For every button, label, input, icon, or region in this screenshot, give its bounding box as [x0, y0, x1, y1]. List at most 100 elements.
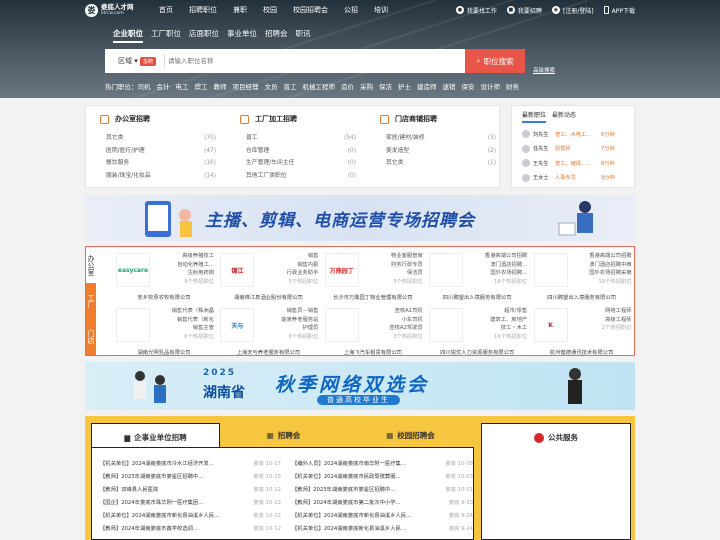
hot-job[interactable]: 护士	[398, 81, 411, 91]
office-title: 办公室招聘	[100, 114, 216, 124]
hot-job[interactable]: 普工	[284, 81, 297, 91]
graduates-illustration	[134, 371, 166, 403]
category-row[interactable]: 服装/珠宝/化妆品 (14)	[86, 170, 216, 183]
nav-public-recruit[interactable]: 公招	[336, 5, 366, 15]
recruit-item[interactable]: 【教师】双峰县人民医院 娄底 10-12	[100, 484, 285, 497]
tab-store-jobs[interactable]: 店面职位	[189, 28, 219, 43]
tab-public-institution[interactable]: 事业单位	[227, 28, 257, 43]
tab-news[interactable]: 职讯	[296, 28, 311, 43]
vtab-store[interactable]: 门店	[86, 319, 96, 355]
vtab-office[interactable]: 办公室	[86, 247, 96, 283]
category-row[interactable]: 普工 (54)	[226, 132, 356, 145]
livestream-banner[interactable]: 主播、剪辑、电商运营专场招聘会	[85, 195, 635, 241]
recruit-item[interactable]: 【机关单位】2024湖南娄底新化县油溪乡人民... 娄底 9-24	[292, 523, 477, 536]
nav-campus-fair[interactable]: 校园招聘会	[285, 5, 336, 15]
search-button[interactable]: ⌕ 职位搜索	[465, 49, 525, 73]
app-download-link[interactable]: APP下载	[603, 6, 635, 15]
recruit-item[interactable]: 【机关单位】2024湖南娄底市新化县油溪乡人民... 娄底 10-12	[100, 510, 285, 523]
login-link[interactable]: ◉ [注册/登陆]	[551, 6, 594, 15]
company-logo	[429, 253, 464, 287]
hot-job[interactable]: 保安	[462, 81, 475, 91]
recruit-item[interactable]: 【机关单位】2024湖南娄底市民政局殡葬服... 娄底 10-03	[292, 471, 477, 484]
company-jobs: 高级养猪技工 自动化养殖工... 注射用药岗 9个热招职位	[177, 253, 214, 285]
vtab-factory[interactable]: 工厂	[86, 283, 96, 319]
company-logo	[116, 308, 150, 342]
hot-job[interactable]: 教师	[214, 81, 227, 91]
hot-job[interactable]: 建造师	[417, 81, 437, 91]
company-card[interactable]: 查核A1司机 小车司机 查核A2驾驶员 3个热招职位 上海飞汽车租赁有限公司	[321, 304, 425, 356]
recruit-item[interactable]: 【国企】2024年娄底市珠华刚一医疗集团... 娄底 10-12	[100, 497, 285, 510]
advanced-search-link[interactable]: 高级搜索	[533, 66, 555, 74]
latest-row[interactable]: 任先生 厨帮师 7分钟	[512, 142, 634, 157]
main-nav: 首页 招聘职位 兼职 校园 校园招聘会 公招 培训	[151, 5, 396, 15]
category-row[interactable]: 其他工厂类职位 (0)	[226, 170, 356, 183]
hot-job[interactable]: 采购	[360, 81, 373, 91]
company-jobs: 网络工程师 高级工程师 2个热招职位	[601, 308, 632, 331]
site-logo[interactable]: 娄 娄底人才网 ldrcw.com	[85, 3, 153, 17]
recruit-item[interactable]: 【教师】2024年湖南娄底市鑫学校选调... 娄底 10-12	[100, 523, 285, 536]
hot-job[interactable]: 机械工程师	[303, 81, 336, 91]
category-row[interactable]: 其它类 (70)	[86, 132, 216, 145]
latest-row[interactable]: 王先生 普工、镀焊、... 8分钟	[512, 156, 634, 171]
hot-job[interactable]: 财务	[506, 81, 519, 91]
nav-training[interactable]: 培训	[366, 5, 396, 15]
recruit-item[interactable]: 【编外人员】2024湖南娄底市南华附一医疗集... 娄底 10-08	[292, 458, 477, 471]
nav-parttime[interactable]: 兼职	[225, 5, 255, 15]
recruit-link[interactable]: ■ 我要招聘	[506, 6, 542, 15]
nav-campus[interactable]: 校园	[255, 5, 285, 15]
hot-job[interactable]: 项目经理	[233, 81, 259, 91]
tab-latest-jobs[interactable]: 最新职位	[522, 110, 547, 123]
tab-job-fair[interactable]: 招聘会	[265, 28, 288, 43]
hot-job[interactable]: 文员	[265, 81, 278, 91]
hot-job[interactable]: 保洁	[379, 81, 392, 91]
hot-job[interactable]: 焊工	[195, 81, 208, 91]
logo-icon: 娄	[85, 3, 98, 17]
company-card[interactable]: 锦江 销售 销售内勤 行政业务助手 5个热招职位 湖南锦江泉酒业股份有限公司	[216, 249, 320, 301]
hot-job[interactable]: 速销	[443, 81, 456, 91]
company-showcase: 办公室 工厂 门店 easycare 高级养猪技工 自动化养殖工... 注射用药岗 9…	[85, 246, 635, 356]
tab-campus-fairs[interactable]: ▦ 校园招聘会	[347, 423, 474, 447]
category-row[interactable]: 仓库管理 (0)	[226, 145, 356, 158]
recruit-item[interactable]: 【教师】2023年湖南娄底市娄星区招聘中... 娄底 10-15	[100, 471, 285, 484]
latest-row[interactable]: 刘先生 普工、水电工... 6分钟	[512, 127, 634, 142]
tab-latest-news[interactable]: 最新动态	[552, 110, 576, 123]
tab-factory-jobs[interactable]: 工厂职位	[151, 28, 181, 43]
category-row[interactable]: 其它类 (1)	[366, 157, 496, 170]
tab-company-jobs[interactable]: 企业职位	[113, 28, 143, 43]
hot-job[interactable]: 造价	[341, 81, 354, 91]
tab-job-fairs[interactable]: ▦ 招聘会	[220, 423, 347, 447]
category-row[interactable]: 医院/医疗/护理 (47)	[86, 145, 216, 158]
category-row[interactable]: 美发造型 (2)	[366, 145, 496, 158]
autumn-fair-banner[interactable]: 2025 湖南省 秋季网络双选会 普通高校毕业生	[85, 362, 635, 410]
tab-public-units[interactable]: ▆ 企事业单位招聘	[91, 423, 220, 450]
recruit-item[interactable]: 【机关单位】2024湖南娄底市冷水江经济开发... 娄底 10-17	[100, 458, 285, 471]
nav-jobs[interactable]: 招聘职位	[181, 5, 225, 15]
company-card[interactable]: K 网络工程师 高级工程师 2个热招职位 杭州健德通讯技术有限公司	[530, 304, 634, 356]
hot-job[interactable]: 会计	[157, 81, 170, 91]
recruit-item[interactable]: 【机关单位】2024湖南娄底市新化县油溪乡人民... 娄底 9-24	[292, 510, 477, 523]
category-row[interactable]: 生产管理/车间主任 (0)	[226, 157, 356, 170]
company-card[interactable]: 超市/零售 建筑工、房地产 技工・木工 16个热招职位 四川锐优人力资源服务有限公司	[425, 304, 529, 356]
hot-job[interactable]: 司机	[138, 81, 151, 91]
nav-home[interactable]: 首页	[151, 5, 181, 15]
company-card[interactable]: easycare 高级养猪技工 自动化养殖工... 注射用药岗 9个热招职位 安乡牧原…	[112, 249, 216, 301]
recruit-item[interactable]: 【教师】2024年湖南娄底市第二批次中小学... 娄底 9-30	[292, 497, 477, 510]
company-card[interactable]: 天与 销售员－销售 能家养老服务站 护理员 6个热招职位 上海天与养老服务有限公司	[216, 304, 320, 356]
store-title: 门店商铺招聘	[380, 114, 496, 124]
find-job-link[interactable]: ● 我要找工作	[455, 6, 497, 15]
company-card[interactable]: 香港高端公司招聘 澳门酒店招聘... 国外农场招聘... 18个热招职位 四川聘望出入…	[425, 249, 529, 301]
category-row[interactable]: 家居/建材/装修 (3)	[366, 132, 496, 145]
category-row[interactable]: 餐饮服务 (16)	[86, 157, 216, 170]
briefcase-icon: ■	[506, 6, 515, 14]
hot-job[interactable]: 设计师	[481, 81, 501, 91]
company-card[interactable]: 销售代表（株洲晶 销售代表（新化 销售主管 6个热招职位 湖南光明乳品有限公司	[112, 304, 216, 356]
recruit-item[interactable]: 【教师】2023年湖南娄底市娄星区招聘中... 娄底 10-01	[292, 484, 477, 497]
company-name: 四川聘望出入境服务有限公司	[547, 295, 617, 301]
company-card[interactable]: 香港高端公司招聘 澳门酒店招聘中西 国外农场招聘采摘 18个热招职位 四川聘望出入境服…	[530, 249, 634, 301]
hot-job[interactable]: 电工	[176, 81, 189, 91]
search-input[interactable]	[168, 57, 465, 65]
latest-panel: 最新职位 最新动态 刘先生 普工、水电工... 6分钟 任先生 厨帮师 7分钟 王先生 普工…	[511, 105, 635, 188]
company-card[interactable]: 万鼎园丁 物业客服管家 财务行政专员 保洁员 3个热招职位 长沙市万鼎园丁物业管理有限…	[321, 249, 425, 301]
search-icon: ⌕	[476, 56, 481, 65]
latest-row[interactable]: 王女士 人事专员 9分钟	[512, 171, 634, 186]
